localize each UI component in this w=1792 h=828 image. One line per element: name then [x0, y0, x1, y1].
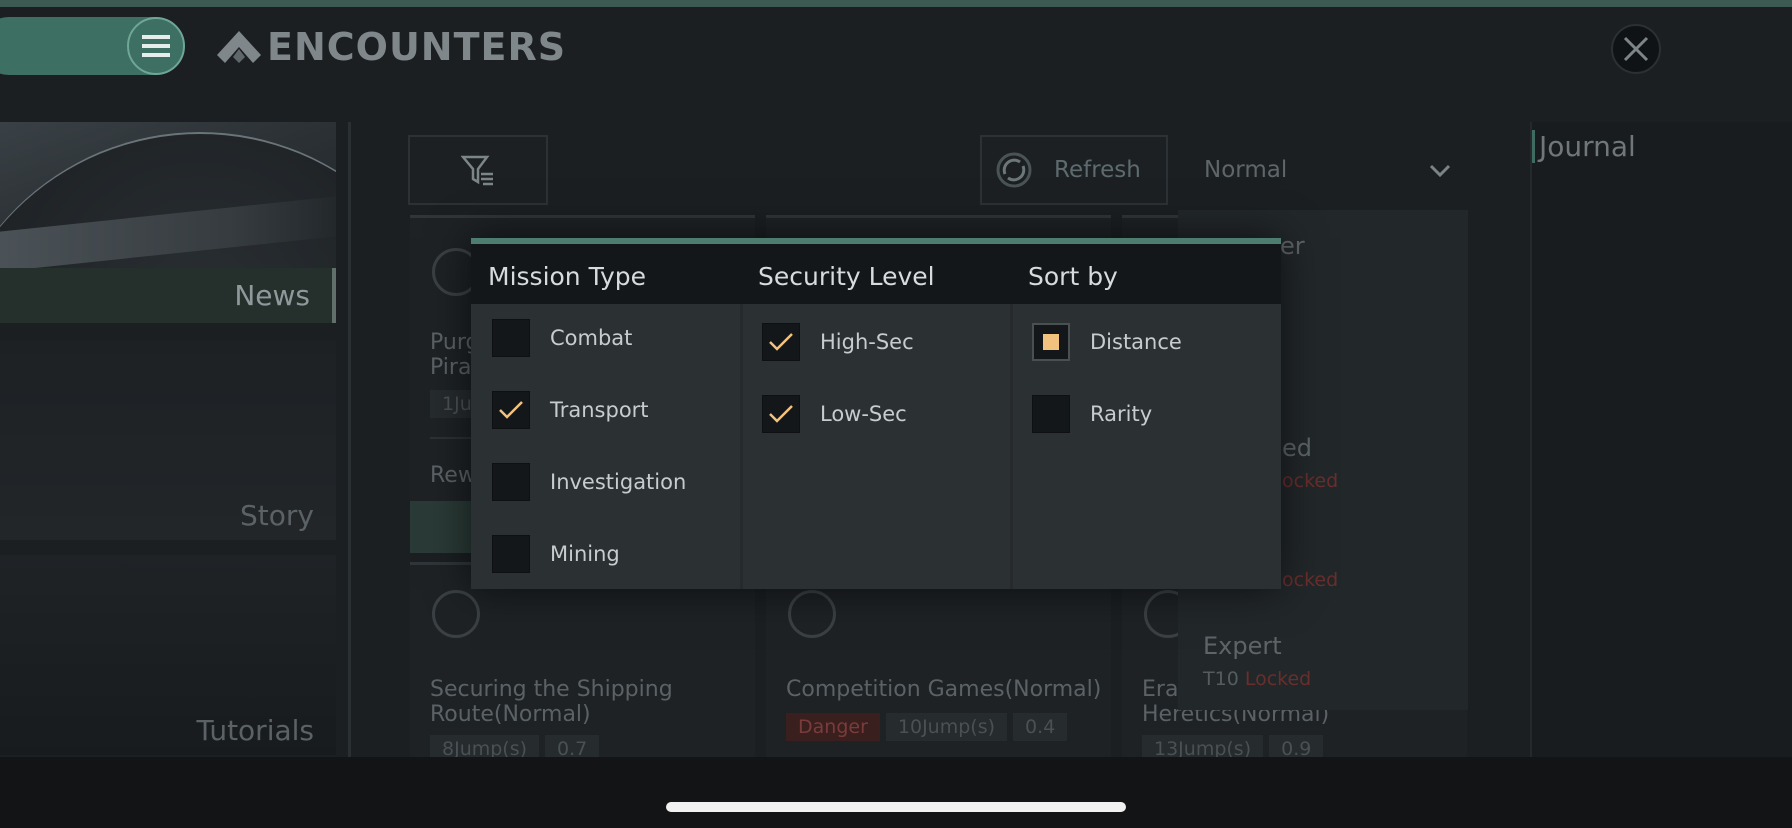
mission-title: Securing the Shipping Route(Normal): [430, 677, 673, 727]
checkbox[interactable]: [492, 463, 530, 501]
checkmark-icon: [769, 333, 793, 351]
radio-button[interactable]: [1032, 323, 1070, 361]
filter-icon: [461, 155, 493, 186]
filter-option-transport[interactable]: Transport: [492, 391, 649, 429]
sort-option-distance[interactable]: Distance: [1032, 323, 1182, 361]
journal-title[interactable]: Journal: [1532, 130, 1636, 163]
filter-option-investigation[interactable]: Investigation: [492, 463, 686, 501]
bottom-bar: [0, 757, 1792, 828]
filter-option-mining[interactable]: Mining: [492, 535, 620, 573]
filter-option-high-sec[interactable]: High-Sec: [762, 323, 914, 361]
filter-button[interactable]: [408, 135, 548, 205]
filter-option-combat[interactable]: Combat: [492, 319, 632, 357]
difficulty-option-expert[interactable]: Expert: [1203, 632, 1282, 660]
close-button[interactable]: [1611, 24, 1661, 74]
column-divider: [1010, 304, 1013, 589]
mission-card[interactable]: Securing the Shipping Route(Normal) 8Jum…: [410, 562, 755, 763]
checkmark-icon: [499, 401, 523, 419]
checkbox[interactable]: [762, 395, 800, 433]
mission-title: Competition Games(Normal): [786, 677, 1102, 702]
difficulty-option[interactable]: ed: [1282, 434, 1312, 462]
sidebar-item-news[interactable]: News: [0, 268, 336, 323]
difficulty-lock-status: ocked: [1282, 569, 1339, 591]
encounters-logo-icon: [217, 31, 261, 63]
top-accent-bar: [0, 0, 1792, 7]
difficulty-select-value: Normal: [1204, 157, 1288, 183]
difficulty-lock-status: ocked: [1282, 470, 1339, 492]
checkmark-icon: [769, 405, 793, 423]
news-banner-image: [0, 122, 336, 268]
mission-type-heading: Mission Type: [488, 262, 647, 291]
radio-selected-indicator: [1043, 334, 1059, 350]
difficulty-select[interactable]: Normal: [1178, 135, 1468, 205]
page-title: ENCOUNTERS: [267, 25, 567, 69]
security-level-heading: Security Level: [758, 262, 935, 291]
refresh-icon: [996, 152, 1032, 188]
refresh-button[interactable]: Refresh: [980, 135, 1168, 205]
mission-danger-tag: Danger: [786, 713, 880, 741]
page-header: ENCOUNTERS: [215, 25, 566, 69]
sidebar-item-story[interactable]: Story: [0, 493, 336, 538]
close-icon: [1623, 36, 1649, 62]
mission-jumps-tag: 10Jump(s): [885, 713, 1008, 741]
journal-panel: [1530, 122, 1792, 757]
checkbox[interactable]: [492, 535, 530, 573]
sidebar-item-tutorials[interactable]: Tutorials: [0, 708, 336, 753]
mission-card[interactable]: Competition Games(Normal) Danger 10Jump(s…: [766, 562, 1111, 757]
checkbox[interactable]: [762, 323, 800, 361]
home-indicator[interactable]: [666, 802, 1126, 812]
reward-label: Rew: [430, 463, 476, 488]
refresh-label: Refresh: [1054, 157, 1141, 183]
checkbox[interactable]: [492, 391, 530, 429]
mission-security-tag: 0.4: [1013, 713, 1068, 741]
chevron-down-icon: [1429, 164, 1451, 178]
filter-popup: Mission Type Security Level Sort by Comb…: [471, 238, 1281, 589]
filter-option-low-sec[interactable]: Low-Sec: [762, 395, 907, 433]
sort-option-rarity[interactable]: Rarity: [1032, 395, 1152, 433]
menu-button[interactable]: [127, 17, 185, 75]
difficulty-option[interactable]: er: [1280, 232, 1305, 260]
hamburger-icon: [142, 35, 170, 57]
sort-by-heading: Sort by: [1028, 262, 1118, 291]
sidebar-divider: [348, 122, 351, 757]
radio-button[interactable]: [1032, 395, 1070, 433]
checkbox[interactable]: [492, 319, 530, 357]
column-divider: [740, 304, 743, 589]
difficulty-lock-status: T10 Locked: [1203, 668, 1312, 690]
